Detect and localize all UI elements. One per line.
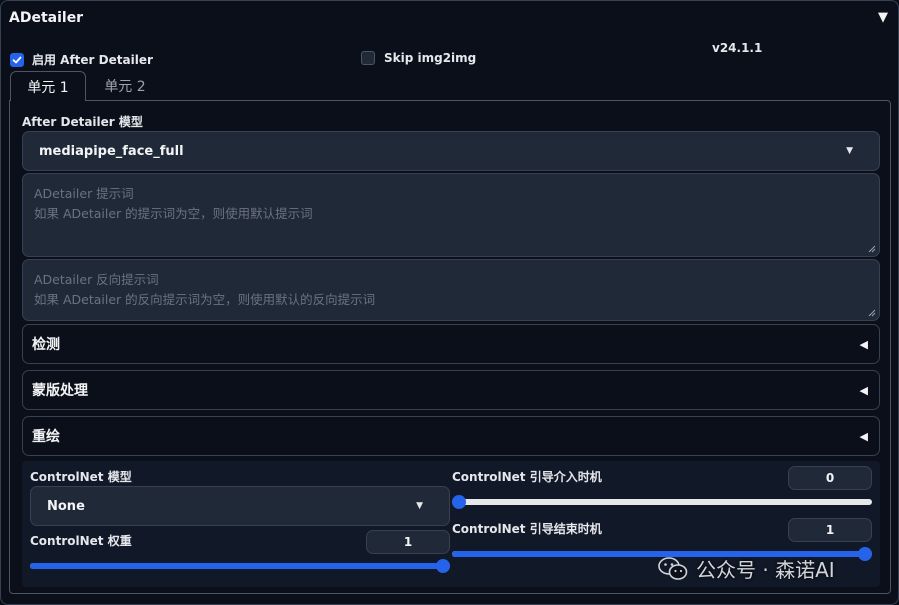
controlnet-start-number[interactable]: 0 bbox=[788, 466, 872, 490]
slider-handle[interactable] bbox=[452, 495, 466, 509]
skip-img2img-label: Skip img2img bbox=[384, 51, 477, 65]
collapse-toggle-icon[interactable]: ▼ bbox=[878, 10, 888, 25]
resize-handle-icon[interactable] bbox=[868, 245, 876, 253]
tab-unit-2[interactable]: 单元 2 bbox=[90, 71, 160, 101]
expand-triangle-icon: ◀ bbox=[859, 429, 868, 443]
controlnet-model-label: ControlNet 模型 bbox=[30, 470, 132, 484]
controlnet-weight-label: ControlNet 权重 bbox=[30, 534, 132, 548]
enable-adetailer-checkbox[interactable]: 启用 After Detailer bbox=[10, 51, 153, 68]
controlnet-model-dropdown[interactable]: None ▼ bbox=[30, 486, 450, 526]
tab-unit-1[interactable]: 单元 1 bbox=[10, 71, 86, 101]
accordion-mask-processing[interactable]: 蒙版处理 ◀ bbox=[22, 370, 880, 410]
accordion-detection[interactable]: 检测 ◀ bbox=[22, 324, 880, 364]
chevron-down-icon: ▼ bbox=[416, 501, 423, 511]
controlnet-start-label: ControlNet 引导介入时机 bbox=[452, 470, 602, 484]
model-selected-value: mediapipe_face_full bbox=[39, 143, 184, 159]
controlnet-weight-slider[interactable] bbox=[30, 559, 450, 573]
watermark-text: 公众号 · 森诺AI bbox=[696, 558, 835, 582]
expand-triangle-icon: ◀ bbox=[859, 337, 868, 351]
checkbox-checked-icon[interactable] bbox=[10, 52, 24, 67]
prompt-placeholder-line2: 如果 ADetailer 的提示词为空，则使用默认提示词 bbox=[34, 206, 313, 221]
skip-img2img-checkbox[interactable]: Skip img2img bbox=[361, 51, 476, 65]
checkbox-unchecked-icon[interactable] bbox=[361, 51, 375, 65]
slider-fill bbox=[30, 563, 450, 569]
slider-handle[interactable] bbox=[858, 547, 872, 561]
prompt-placeholder-line1: ADetailer 提示词 bbox=[34, 186, 134, 201]
controlnet-weight-number[interactable]: 1 bbox=[366, 530, 450, 554]
accordion-inpainting[interactable]: 重绘 ◀ bbox=[22, 416, 880, 456]
negative-prompt-placeholder-line1: ADetailer 反向提示词 bbox=[34, 272, 159, 287]
active-tab-joint bbox=[11, 99, 85, 102]
controlnet-end-label: ControlNet 引导结束时机 bbox=[452, 522, 602, 536]
accordion-inpaint-label: 重绘 bbox=[32, 429, 60, 445]
expand-triangle-icon: ◀ bbox=[859, 383, 868, 397]
controlnet-model-value: None bbox=[47, 498, 85, 514]
panel-title: ADetailer bbox=[9, 10, 84, 26]
negative-prompt-placeholder-line2: 如果 ADetailer 的反向提示词为空，则使用默认的反向提示词 bbox=[34, 292, 376, 307]
wechat-icon bbox=[658, 556, 688, 580]
negative-prompt-textarea[interactable]: ADetailer 反向提示词 如果 ADetailer 的反向提示词为空，则使… bbox=[22, 259, 880, 321]
enable-adetailer-label: 启用 After Detailer bbox=[32, 53, 153, 67]
watermark: 公众号 · 森诺AI bbox=[658, 554, 835, 583]
accordion-detection-label: 检测 bbox=[32, 337, 60, 353]
prompt-textarea[interactable]: ADetailer 提示词 如果 ADetailer 的提示词为空，则使用默认提… bbox=[22, 173, 880, 257]
chevron-down-icon: ▼ bbox=[846, 146, 853, 156]
controlnet-start-slider[interactable] bbox=[452, 495, 872, 509]
resize-handle-icon[interactable] bbox=[868, 309, 876, 317]
slider-handle[interactable] bbox=[436, 559, 450, 573]
model-dropdown[interactable]: mediapipe_face_full ▼ bbox=[22, 131, 880, 171]
model-label: After Detailer 模型 bbox=[22, 115, 143, 129]
controlnet-end-number[interactable]: 1 bbox=[788, 518, 872, 542]
accordion-mask-label: 蒙版处理 bbox=[32, 383, 88, 399]
version-label: v24.1.1 bbox=[712, 41, 763, 55]
